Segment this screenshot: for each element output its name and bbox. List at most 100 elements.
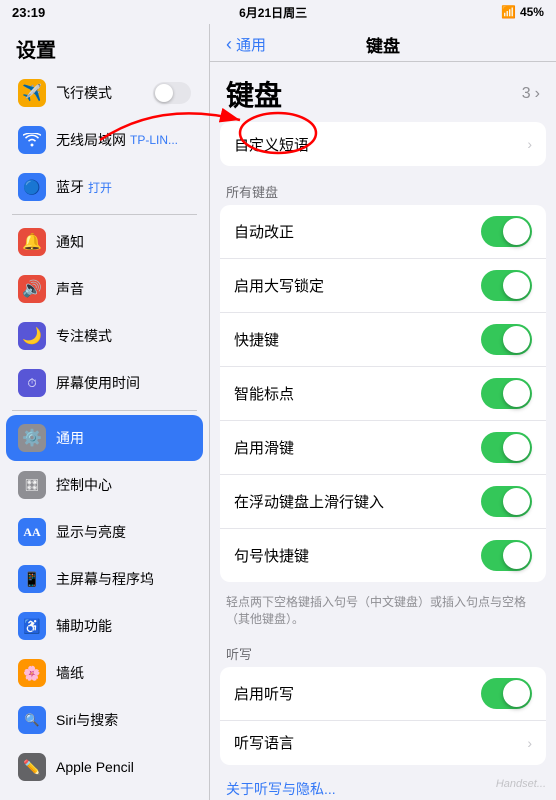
general-icon: ⚙️ — [18, 424, 46, 452]
sidebar-item-wifi[interactable]: 无线局域网 TP-LIN... — [6, 117, 203, 163]
shortcuts-key-label: 快捷键 — [234, 329, 481, 350]
status-time: 23:19 — [12, 5, 45, 20]
accessibility-icon: ♿ — [18, 612, 46, 640]
right-panel-title: 键盘 — [366, 32, 400, 57]
smartpunct-row[interactable]: 智能标点 — [220, 367, 546, 421]
sidebar-item-siri[interactable]: 🔍 Siri与搜索 — [6, 697, 203, 743]
status-bar: 23:19 6月21日周三 📶 45% — [0, 0, 556, 24]
swipe-row[interactable]: 启用滑键 — [220, 421, 546, 475]
dictationlang-row[interactable]: 听写语言 › — [220, 721, 546, 765]
shortcuts-group: 自定义短语 › — [220, 122, 546, 166]
right-panel: ‹ 通用 键盘 键盘 3 › 自定义短语 › — [210, 24, 556, 800]
sidebar-display-label: 显示与亮度 — [56, 522, 126, 542]
wallpaper-icon: 🌸 — [18, 659, 46, 687]
divider-2 — [12, 410, 197, 411]
sidebar-notifications-label: 通知 — [56, 232, 84, 252]
shortcuts-row[interactable]: 自定义短语 › — [220, 122, 546, 166]
back-label: 通用 — [236, 34, 266, 55]
keyboard-count-badge[interactable]: 3 › — [522, 85, 540, 103]
sidebar-item-controlcenter[interactable]: 🎛 控制中心 — [6, 462, 203, 508]
homescreen-icon: 📱 — [18, 565, 46, 593]
battery-level: 45% — [520, 5, 544, 19]
sidebar-item-display[interactable]: AA 显示与亮度 — [6, 509, 203, 555]
enabledictation-label: 启用听写 — [234, 683, 481, 704]
sidebar-focus-label: 专注模式 — [56, 326, 112, 346]
keyboard-chevron-icon: › — [535, 85, 540, 103]
smartpunct-label: 智能标点 — [234, 383, 481, 404]
sidebar-general-label: 通用 — [56, 428, 84, 448]
shortcuts-key-row[interactable]: 快捷键 — [220, 313, 546, 367]
sidebar-item-homescreen[interactable]: 📱 主屏幕与程序坞 — [6, 556, 203, 602]
right-header: ‹ 通用 键盘 — [210, 24, 556, 62]
autocorrect-row[interactable]: 自动改正 — [220, 205, 546, 259]
siri-icon: 🔍 — [18, 706, 46, 734]
status-date: 6月21日周三 — [239, 4, 307, 21]
display-icon: AA — [18, 518, 46, 546]
sidebar-item-touchid[interactable]: 👆 触控ID与密码 — [6, 791, 203, 800]
divider-1 — [12, 214, 197, 215]
airplane-icon: ✈️ — [18, 79, 46, 107]
shortcuts-chevron-icon: › — [527, 136, 532, 152]
sidebar-item-focus[interactable]: 🌙 专注模式 — [6, 313, 203, 359]
focus-icon: 🌙 — [18, 322, 46, 350]
allkeyboards-section-label: 所有键盘 — [210, 174, 556, 205]
sidebar-item-airplane[interactable]: ✈️ 飞行模式 — [6, 70, 203, 116]
allkeyboards-hint: 轻点两下空格键插入句号（中文键盘）或插入句点与空格（其他键盘）。 — [210, 590, 556, 636]
swipe-label: 启用滑键 — [234, 437, 481, 458]
dictationlang-chevron-icon: › — [527, 735, 532, 751]
sidebar-item-sounds[interactable]: 🔊 声音 — [6, 266, 203, 312]
sidebar-item-accessibility[interactable]: ♿ 辅助功能 — [6, 603, 203, 649]
sidebar-item-notifications[interactable]: 🔔 通知 — [6, 219, 203, 265]
keyboard-page-title: 键盘 — [226, 74, 282, 114]
allkeyboards-group: 自动改正 启用大写锁定 快捷键 智能标点 启用滑键 — [220, 205, 546, 582]
swipe-toggle[interactable] — [481, 432, 532, 463]
dictationlang-label: 听写语言 — [234, 732, 527, 753]
wifi-sidebar-icon — [18, 126, 46, 154]
periodshortcut-toggle[interactable] — [481, 540, 532, 571]
sidebar-item-label: 飞行模式 — [56, 83, 112, 103]
wifi-icon: 📶 — [501, 5, 516, 19]
sidebar-item-screentime[interactable]: ⏱ 屏幕使用时间 — [6, 360, 203, 406]
dictation-group: 启用听写 听写语言 › — [220, 667, 546, 765]
enabledictation-toggle[interactable] — [481, 678, 532, 709]
sidebar-item-bluetooth[interactable]: 🔵 蓝牙 打开 — [6, 164, 203, 210]
keyboard-count: 3 — [522, 85, 531, 103]
shortcuts-label: 自定义短语 — [234, 134, 527, 155]
keyboard-title-row: 键盘 3 › — [210, 62, 556, 122]
back-chevron-icon: ‹ — [226, 34, 232, 55]
sidebar-wifi-label: 无线局域网 — [56, 130, 126, 150]
shortcuts-toggle[interactable] — [481, 324, 532, 355]
sidebar-item-applepencil[interactable]: ✏️ Apple Pencil — [6, 744, 203, 790]
bluetooth-icon: 🔵 — [18, 173, 46, 201]
enabledictation-row[interactable]: 启用听写 — [220, 667, 546, 721]
floatkeyboard-label: 在浮动键盘上滑行键入 — [234, 491, 481, 512]
sidebar-item-wallpaper[interactable]: 🌸 墙纸 — [6, 650, 203, 696]
capslock-row[interactable]: 启用大写锁定 — [220, 259, 546, 313]
sidebar-title: 设置 — [0, 24, 209, 69]
sidebar-cc-label: 控制中心 — [56, 475, 112, 495]
sidebar-wifi-value: TP-LIN... — [130, 133, 178, 147]
capslock-toggle[interactable] — [481, 270, 532, 301]
autocorrect-toggle[interactable] — [481, 216, 532, 247]
screentime-icon: ⏱ — [18, 369, 46, 397]
applepencil-icon: ✏️ — [18, 753, 46, 781]
dictation-section-label: 听写 — [210, 636, 556, 667]
periodshortcut-label: 句号快捷键 — [234, 545, 481, 566]
sidebar-sounds-label: 声音 — [56, 279, 84, 299]
sidebar-wallpaper-label: 墙纸 — [56, 663, 84, 683]
floatkeyboard-toggle[interactable] — [481, 486, 532, 517]
floatkeyboard-row[interactable]: 在浮动键盘上滑行键入 — [220, 475, 546, 529]
sidebar-hs-label: 主屏幕与程序坞 — [56, 569, 154, 589]
status-icons: 📶 45% — [501, 5, 544, 19]
smartpunct-toggle[interactable] — [481, 378, 532, 409]
sidebar-item-general[interactable]: ⚙️ 通用 — [6, 415, 203, 461]
airplane-toggle[interactable] — [153, 82, 191, 104]
capslock-label: 启用大写锁定 — [234, 275, 481, 296]
sidebar-bt-label: 蓝牙 — [56, 177, 84, 197]
sidebar-screentime-label: 屏幕使用时间 — [56, 373, 140, 393]
periodshortcut-row[interactable]: 句号快捷键 — [220, 529, 546, 582]
sounds-icon: 🔊 — [18, 275, 46, 303]
sidebar-access-label: 辅助功能 — [56, 616, 112, 636]
back-button[interactable]: ‹ 通用 — [226, 34, 266, 55]
notifications-icon: 🔔 — [18, 228, 46, 256]
